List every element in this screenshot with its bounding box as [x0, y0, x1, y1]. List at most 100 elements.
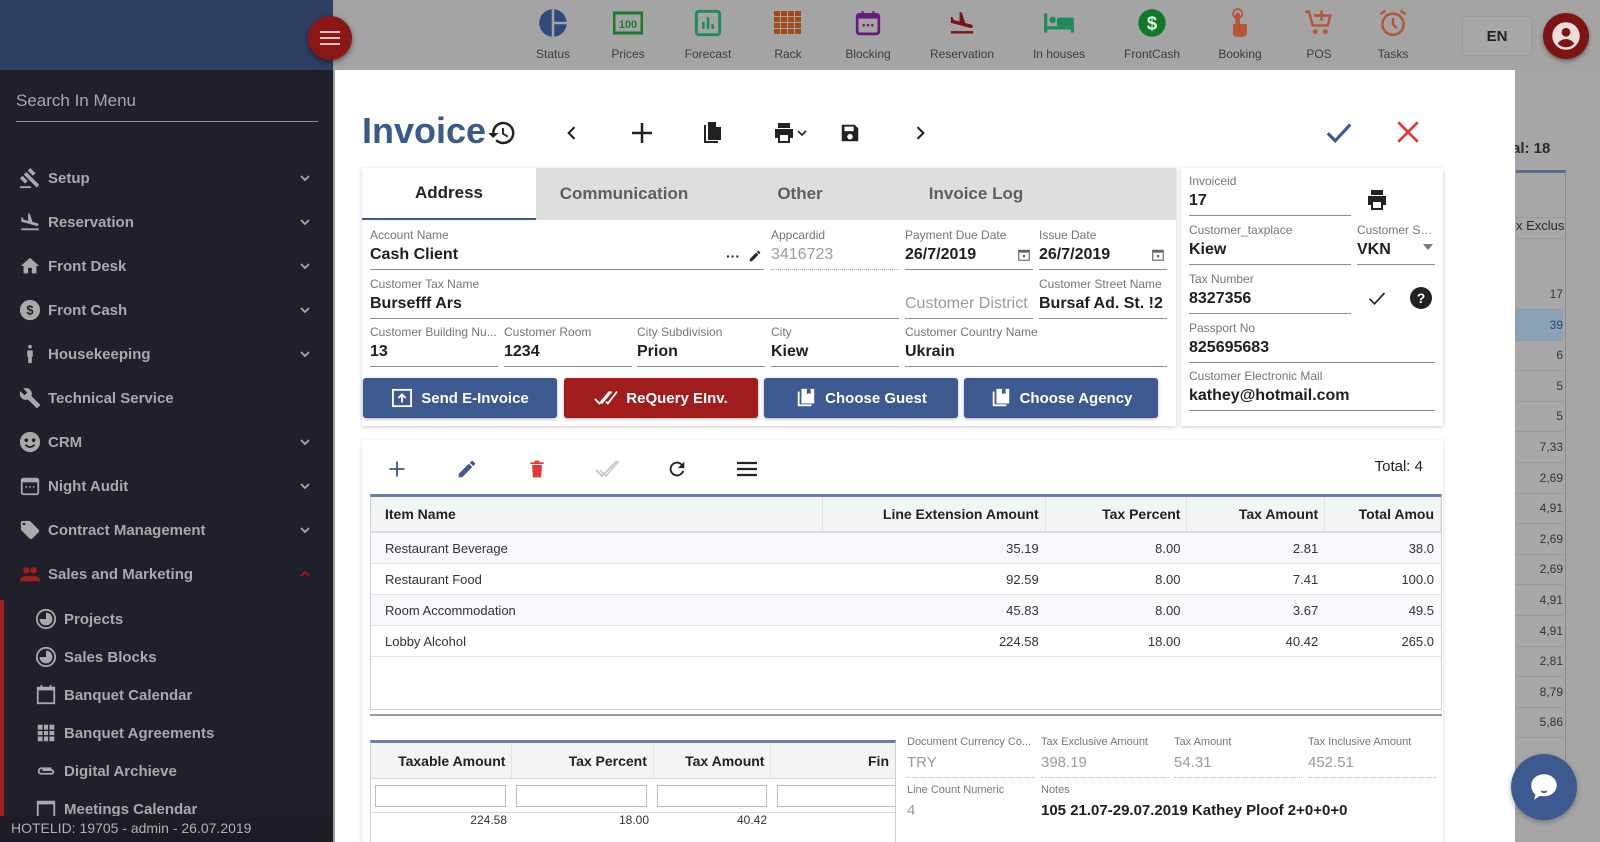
issue-date-value[interactable]: 26/7/2019: [1039, 246, 1167, 270]
customer-room-value[interactable]: 1234: [504, 343, 632, 367]
sidebar-subitem-banquet-agreements[interactable]: Banquet Agreements: [4, 714, 333, 752]
customer-room-field[interactable]: Customer Room 1234: [504, 325, 632, 367]
print-invoice-button[interactable]: [1365, 188, 1389, 217]
toolbar-pos-button[interactable]: POS: [1279, 6, 1359, 61]
previous-button[interactable]: [555, 116, 589, 150]
delete-line-button[interactable]: [522, 454, 552, 484]
toolbar-blocking-button[interactable]: Blocking: [828, 6, 908, 61]
sidebar-item-crm[interactable]: CRM: [0, 420, 333, 464]
choose-guest-button[interactable]: Choose Guest: [764, 378, 958, 418]
sidebar-item-setup[interactable]: Setup: [0, 156, 333, 200]
tax-number-value[interactable]: 8327356: [1189, 290, 1351, 314]
customer-email-field[interactable]: Customer Electronic Mail kathey@hotmail.…: [1189, 369, 1435, 411]
customer-scheme-select[interactable]: Customer Sc... VKN: [1357, 223, 1435, 265]
tax-grid-row[interactable]: 224.58 18.00 40.42: [371, 813, 895, 827]
sidebar-item-sales-and-marketing[interactable]: Sales and Marketing: [0, 552, 333, 596]
table-row[interactable]: Restaurant Beverage 35.19 8.00 2.81 38.0: [371, 533, 1441, 564]
tab-communication[interactable]: Communication: [536, 168, 712, 220]
toolbar-rack-button[interactable]: Rack: [748, 6, 828, 61]
tax-number-field[interactable]: Tax Number 8327356: [1189, 272, 1351, 314]
toolbar-forecast-button[interactable]: Forecast: [668, 6, 748, 61]
filter-taxable-amount-input[interactable]: [375, 784, 506, 807]
toolbar-in-houses-button[interactable]: In houses: [1019, 6, 1099, 61]
invoiceid-value[interactable]: 17: [1189, 192, 1351, 216]
issue-date-field[interactable]: Issue Date 26/7/2019: [1039, 228, 1167, 270]
sidebar-item-front-desk[interactable]: Front Desk: [0, 244, 333, 288]
tab-address[interactable]: Address: [362, 168, 536, 220]
sidebar-item-contract-management[interactable]: Contract Management: [0, 508, 333, 552]
customer-district-input[interactable]: Customer District: [905, 295, 1033, 319]
sidebar-item-front-cash[interactable]: $ Front Cash: [0, 288, 333, 332]
customer-building-number-field[interactable]: Customer Building Nu... 13: [370, 325, 498, 367]
column-header-line-extension-amount[interactable]: Line Extension Amount: [823, 497, 1046, 531]
toolbar-tasks-button[interactable]: Tasks: [1353, 6, 1433, 61]
city-field[interactable]: City Kiew: [771, 325, 899, 367]
filter-tax-percent-input[interactable]: [516, 784, 647, 807]
add-button[interactable]: [625, 116, 659, 150]
customer-tax-name-value[interactable]: Bursefff Ars: [370, 295, 899, 319]
choose-agency-button[interactable]: Choose Agency: [964, 378, 1158, 418]
toolbar-prices-button[interactable]: 100 Prices: [588, 6, 668, 61]
refresh-button[interactable]: [662, 454, 692, 484]
customer-tax-name-field[interactable]: Customer Tax Name Bursefff Ars: [370, 277, 899, 319]
calendar-icon[interactable]: [1151, 248, 1165, 262]
tab-invoice-log[interactable]: Invoice Log: [888, 168, 1064, 220]
toolbar-booking-button[interactable]: Booking: [1200, 6, 1280, 61]
customer-street-name-field[interactable]: Customer Street Name Bursaf Ad. St. !2: [1039, 277, 1167, 319]
add-line-button[interactable]: [382, 454, 412, 484]
sidebar-subitem-projects[interactable]: Projects: [4, 600, 333, 638]
customer-country-name-field[interactable]: Customer Country Name Ukrain: [905, 325, 1167, 367]
filter-final-input[interactable]: [777, 784, 895, 807]
city-subdivision-field[interactable]: City Subdivision Prion: [637, 325, 765, 367]
customer-street-name-value[interactable]: Bursaf Ad. St. !2: [1039, 295, 1167, 319]
sidebar-item-reservation[interactable]: Reservation: [0, 200, 333, 244]
customer-taxplace-value[interactable]: Kiew: [1189, 241, 1351, 265]
passport-no-value[interactable]: 825695683: [1189, 339, 1435, 363]
approve-line-button[interactable]: [592, 454, 622, 484]
column-header-item-name[interactable]: Item Name: [371, 497, 824, 531]
notes-field[interactable]: Notes 105 21.07-29.07.2019 Kathey Ploof …: [1041, 784, 1441, 825]
confirm-button[interactable]: [1321, 114, 1357, 150]
search-menu-input[interactable]: [16, 86, 318, 122]
column-header-tax-percent[interactable]: Tax Percent: [512, 743, 654, 778]
print-menu-button[interactable]: [765, 116, 815, 150]
column-header-tax-percent[interactable]: Tax Percent: [1046, 497, 1188, 531]
toolbar-frontcash-button[interactable]: $ FrontCash: [1112, 6, 1192, 61]
sidebar-subitem-sales-blocks[interactable]: Sales Blocks: [4, 638, 333, 676]
customer-building-number-value[interactable]: 13: [370, 343, 498, 367]
payment-due-date-field[interactable]: Payment Due Date 26/7/2019: [905, 228, 1033, 270]
save-button[interactable]: [833, 116, 867, 150]
toolbar-reservation-button[interactable]: Reservation: [922, 6, 1002, 61]
column-header-tax-amount[interactable]: Tax Amount: [654, 743, 772, 778]
invoiceid-field[interactable]: Invoiceid 17: [1189, 174, 1351, 216]
next-button[interactable]: [903, 116, 937, 150]
toolbar-status-button[interactable]: Status: [513, 6, 593, 61]
notes-value[interactable]: 105 21.07-29.07.2019 Kathey Ploof 2+0+0+…: [1041, 802, 1441, 825]
passport-no-field[interactable]: Passport No 825695683: [1189, 321, 1435, 363]
pencil-icon[interactable]: [748, 249, 762, 263]
menu-toggle-button[interactable]: [308, 16, 352, 60]
calendar-icon[interactable]: [1017, 248, 1031, 262]
history-button[interactable]: [485, 116, 519, 150]
user-menu-button[interactable]: [1543, 13, 1589, 59]
customer-taxplace-field[interactable]: Customer_taxplace Kiew: [1189, 223, 1351, 265]
chat-button[interactable]: [1511, 754, 1577, 820]
table-row[interactable]: Lobby Alcohol 224.58 18.00 40.42 265.0: [371, 626, 1441, 657]
sidebar-subitem-banquet-calendar[interactable]: Banquet Calendar: [4, 676, 333, 714]
more-icon[interactable]: ···: [726, 248, 740, 264]
account-name-field[interactable]: Account Name Cash Client ···: [370, 228, 764, 270]
account-name-value[interactable]: Cash Client ···: [370, 246, 764, 270]
tab-other[interactable]: Other: [712, 168, 888, 220]
edit-line-button[interactable]: [452, 454, 482, 484]
sidebar-item-housekeeping[interactable]: Housekeeping: [0, 332, 333, 376]
city-subdivision-value[interactable]: Prion: [637, 343, 765, 367]
table-row[interactable]: Restaurant Food 92.59 8.00 7.41 100.0: [371, 564, 1441, 595]
sidebar-subitem-digital-archieve[interactable]: Digital Archieve: [4, 752, 333, 790]
help-button[interactable]: ?: [1409, 286, 1433, 315]
column-header-taxable-amount[interactable]: Taxable Amount: [371, 743, 513, 778]
verify-tax-number-button[interactable]: [1367, 288, 1387, 313]
language-button[interactable]: EN: [1462, 16, 1532, 56]
customer-scheme-value[interactable]: VKN: [1357, 241, 1435, 265]
customer-email-value[interactable]: kathey@hotmail.com: [1189, 387, 1435, 411]
column-menu-button[interactable]: [732, 454, 762, 484]
